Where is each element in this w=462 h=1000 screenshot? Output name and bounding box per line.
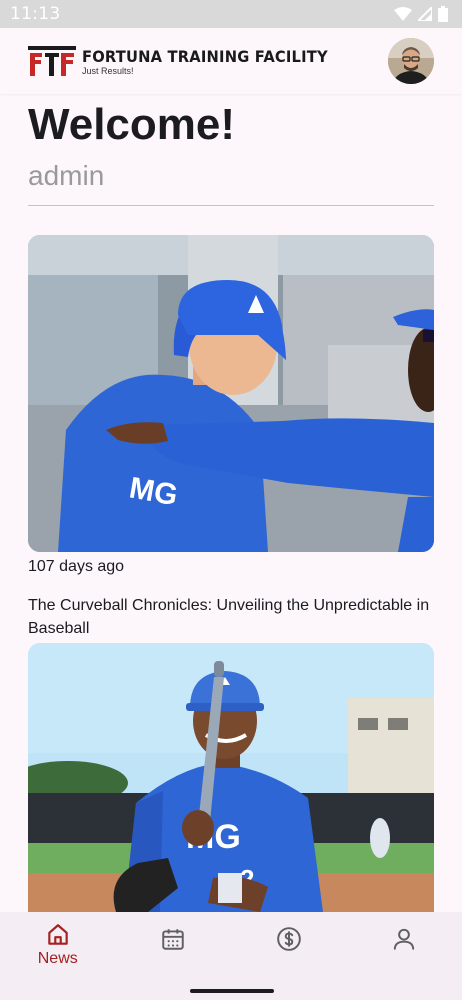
- status-time: 11:13: [10, 4, 61, 24]
- nav-item-news[interactable]: News: [0, 912, 116, 980]
- nav-item-calendar[interactable]: [116, 912, 232, 980]
- nav-item-profile[interactable]: [347, 912, 462, 980]
- wifi-icon: [394, 7, 412, 21]
- news-card[interactable]: MG 2: [28, 643, 434, 912]
- username-label: admin: [28, 160, 105, 191]
- app-header: FORTUNA TRAINING FACILITY Just Results!: [0, 28, 462, 94]
- status-icons: [394, 6, 448, 22]
- nav-label-news: News: [37, 950, 78, 967]
- status-bar: 11:13: [0, 0, 462, 28]
- calendar-icon: [162, 929, 184, 950]
- ftf-logo-icon: [28, 46, 76, 76]
- nav-item-payments[interactable]: [231, 912, 347, 980]
- bottom-navigation: News: [0, 912, 462, 980]
- avatar-photo: [388, 38, 434, 84]
- gesture-handle[interactable]: [190, 989, 274, 993]
- brand-text: FORTUNA TRAINING FACILITY Just Results!: [82, 47, 349, 76]
- news-card[interactable]: MG 107 days ago The Curveball Chronicles…: [28, 235, 434, 640]
- dollar-icon: [276, 927, 301, 951]
- brand-subtitle: Just Results!: [82, 65, 134, 76]
- battery-icon: [438, 6, 448, 22]
- home-icon: [48, 924, 68, 945]
- user-avatar[interactable]: [388, 38, 434, 84]
- welcome-heading: Welcome!: [28, 100, 236, 149]
- news-title[interactable]: The Curveball Chronicles: Unveiling the …: [28, 594, 434, 640]
- news-age: 107 days ago: [28, 558, 125, 575]
- news-image[interactable]: MG 2: [28, 643, 434, 912]
- news-image[interactable]: MG: [28, 235, 434, 552]
- brand-logo[interactable]: FORTUNA TRAINING FACILITY Just Results!: [28, 45, 349, 77]
- app-screen: 11:13 FORTUNA TRAINING FACILITY Just Res…: [0, 0, 462, 1000]
- brand-title: FORTUNA TRAINING FACILITY: [82, 46, 328, 66]
- person-icon: [394, 928, 415, 950]
- signal-icon: [418, 7, 432, 21]
- divider: [28, 205, 434, 206]
